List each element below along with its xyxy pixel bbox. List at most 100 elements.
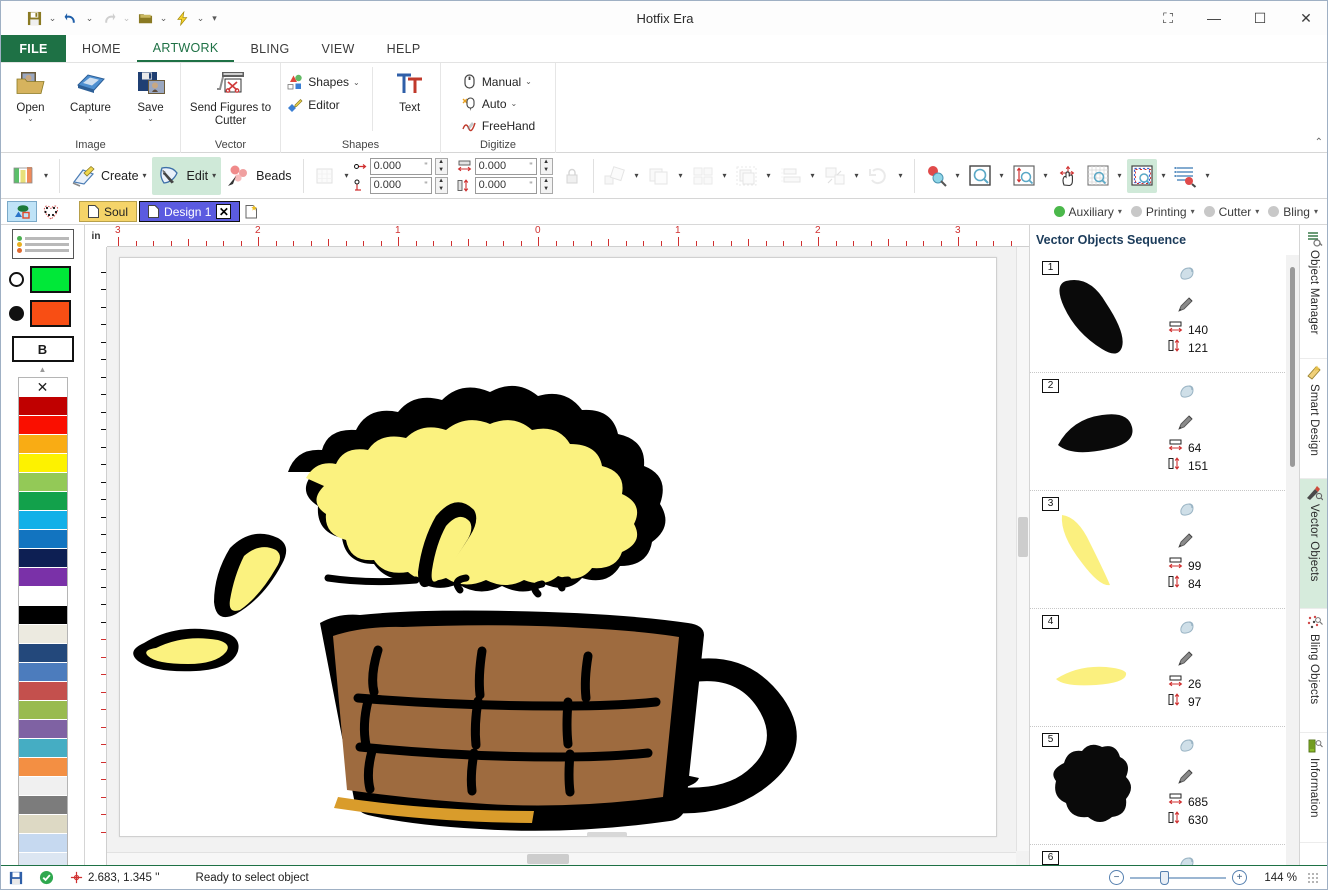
overlap-button[interactable] xyxy=(644,159,674,193)
height-field[interactable]: 0.000 " xyxy=(474,176,537,194)
chip-auxiliary[interactable]: Auxiliary ▾ xyxy=(1051,205,1125,219)
canvas-vertical-scroll-thumb[interactable] xyxy=(1018,517,1028,557)
maximize-button[interactable]: ☐ xyxy=(1237,1,1283,35)
color-palette-button[interactable] xyxy=(9,159,39,193)
resize-grip[interactable] xyxy=(1307,871,1319,884)
save-button[interactable]: Save ⌄ xyxy=(122,67,180,123)
height-spinner[interactable]: ▲ ▼ xyxy=(539,176,553,194)
edit-object-icon[interactable] xyxy=(1176,295,1195,317)
manual-caret-icon[interactable]: ⌄ xyxy=(525,77,532,86)
width-spinner[interactable]: ▲ ▼ xyxy=(539,157,553,175)
artwork-mode-icon[interactable] xyxy=(7,201,37,222)
mirror-button[interactable] xyxy=(600,159,630,193)
palette-swatch[interactable] xyxy=(18,397,67,416)
ribbon-tab-artwork[interactable]: ARTWORK xyxy=(136,35,235,62)
minimize-button[interactable]: — xyxy=(1191,1,1237,35)
beer-mug-artwork[interactable] xyxy=(120,258,998,838)
side-tab-object-manager[interactable]: Object Manager xyxy=(1300,225,1327,359)
shapes-caret-icon[interactable]: ⌄ xyxy=(353,78,360,87)
chip-cutter[interactable]: Cutter ▾ xyxy=(1201,205,1263,219)
side-tab-bling-objects[interactable]: Bling Objects xyxy=(1300,609,1327,733)
ribbon-collapse-button[interactable]: ⌃ xyxy=(1315,137,1323,148)
canvas-horizontal-scrollbar[interactable] xyxy=(107,852,1016,865)
palette-thumbnail[interactable] xyxy=(11,229,74,259)
palette-swatch[interactable] xyxy=(18,815,67,834)
group-caret[interactable]: ▾ xyxy=(762,157,776,195)
palette-swatch[interactable] xyxy=(18,511,67,530)
status-save-icon[interactable] xyxy=(1,871,31,885)
y-position-field[interactable]: 0.000 " xyxy=(369,176,432,194)
width-field[interactable]: 0.000 " xyxy=(474,157,537,175)
zoom-list-caret[interactable]: ▾ xyxy=(1201,157,1215,195)
edit-object-icon[interactable] xyxy=(1176,413,1195,435)
bold-button[interactable]: B xyxy=(11,336,74,362)
palette-swatch[interactable] xyxy=(18,606,67,625)
dye-icon[interactable] xyxy=(1178,265,1195,285)
chip-bling[interactable]: Bling ▾ xyxy=(1265,205,1321,219)
palette-swatch[interactable] xyxy=(18,853,67,865)
document-tab-design1[interactable]: Design 1 ✕ xyxy=(139,201,241,222)
vector-object-row[interactable]: 4 26 97 xyxy=(1030,609,1285,727)
close-document-icon[interactable]: ✕ xyxy=(216,204,232,219)
dye-icon[interactable] xyxy=(1178,501,1195,521)
palette-swatch[interactable] xyxy=(18,777,67,796)
anchor-point-button[interactable] xyxy=(310,159,340,193)
palette-swatch[interactable] xyxy=(18,625,67,644)
text-button[interactable]: Text xyxy=(381,67,439,115)
overlap-caret[interactable]: ▾ xyxy=(674,157,688,195)
tile-button[interactable] xyxy=(688,159,718,193)
quick-action-icon[interactable] xyxy=(171,6,193,30)
vector-object-row[interactable]: 5 685 630 xyxy=(1030,727,1285,845)
zoom-grid-caret[interactable]: ▾ xyxy=(1113,157,1127,195)
open-dropdown-caret[interactable]: ⌄ xyxy=(157,6,170,30)
palette-swatch[interactable] xyxy=(18,663,67,682)
palette-swatch[interactable] xyxy=(18,492,67,511)
zoom-fit-height-button[interactable] xyxy=(1009,159,1039,193)
chip-bling-caret[interactable]: ▾ xyxy=(1314,207,1318,216)
ribbon-tab-help[interactable]: HELP xyxy=(371,35,437,62)
redo-dropdown-caret[interactable]: ⌄ xyxy=(120,6,133,30)
create-button[interactable]: Create ▾ xyxy=(66,157,152,195)
x-position-field[interactable]: 0.000 " xyxy=(369,157,432,175)
document-tab-soul[interactable]: Soul xyxy=(79,201,138,222)
save-icon[interactable] xyxy=(23,6,45,30)
dye-icon[interactable] xyxy=(1178,737,1195,757)
edit-object-icon[interactable] xyxy=(1176,767,1195,789)
restore-layout-button[interactable]: ⛶ xyxy=(1145,1,1191,35)
side-tab-information[interactable]: Information xyxy=(1300,733,1327,843)
canvas-vertical-scrollbar[interactable] xyxy=(1016,247,1029,851)
fill-color-row[interactable] xyxy=(9,300,84,327)
capture-caret-icon[interactable]: ⌄ xyxy=(87,115,94,123)
close-button[interactable]: ✕ xyxy=(1283,1,1327,35)
palette-swatch[interactable] xyxy=(18,587,67,606)
zoom-area-caret[interactable]: ▾ xyxy=(1157,157,1171,195)
open-folder-icon[interactable] xyxy=(134,6,156,30)
side-tab-vector-objects[interactable]: Vector Objects xyxy=(1300,479,1327,609)
beads-button[interactable]: Beads xyxy=(221,157,296,195)
edit-button[interactable]: Edit ▾ xyxy=(151,156,222,195)
chip-printing-caret[interactable]: ▾ xyxy=(1191,207,1195,216)
vector-object-row[interactable]: 2 64 151 xyxy=(1030,373,1285,491)
freehand-button[interactable]: FreeHand xyxy=(457,115,539,136)
bead-zoom-button[interactable] xyxy=(921,159,951,193)
canvas-horizontal-scroll-thumb[interactable] xyxy=(527,854,569,864)
palette-swatch[interactable] xyxy=(18,758,67,777)
vector-objects-scrollbar[interactable] xyxy=(1286,255,1299,865)
palette-swatch[interactable] xyxy=(18,473,67,492)
ribbon-tab-bling[interactable]: BLING xyxy=(234,35,305,62)
ribbon-tab-view[interactable]: VIEW xyxy=(305,35,370,62)
distribute-caret[interactable]: ▾ xyxy=(850,157,864,195)
zoom-list-button[interactable] xyxy=(1171,159,1201,193)
tile-caret[interactable]: ▾ xyxy=(718,157,732,195)
palette-swatch[interactable] xyxy=(18,530,67,549)
chip-cutter-caret[interactable]: ▾ xyxy=(1255,207,1259,216)
zoom-fit-height-caret[interactable]: ▾ xyxy=(1039,157,1053,195)
color-palette-caret[interactable]: ▾ xyxy=(39,157,53,195)
vector-object-row[interactable]: 1 140 121 xyxy=(1030,255,1285,373)
zoom-grid-button[interactable] xyxy=(1083,159,1113,193)
dye-icon[interactable] xyxy=(1178,383,1195,403)
palette-swatch[interactable] xyxy=(18,701,67,720)
horizontal-ruler[interactable]: 3 2 1 0 1 2 3 xyxy=(85,225,1029,247)
design-page[interactable] xyxy=(119,257,997,837)
palette-swatch[interactable] xyxy=(18,834,67,853)
